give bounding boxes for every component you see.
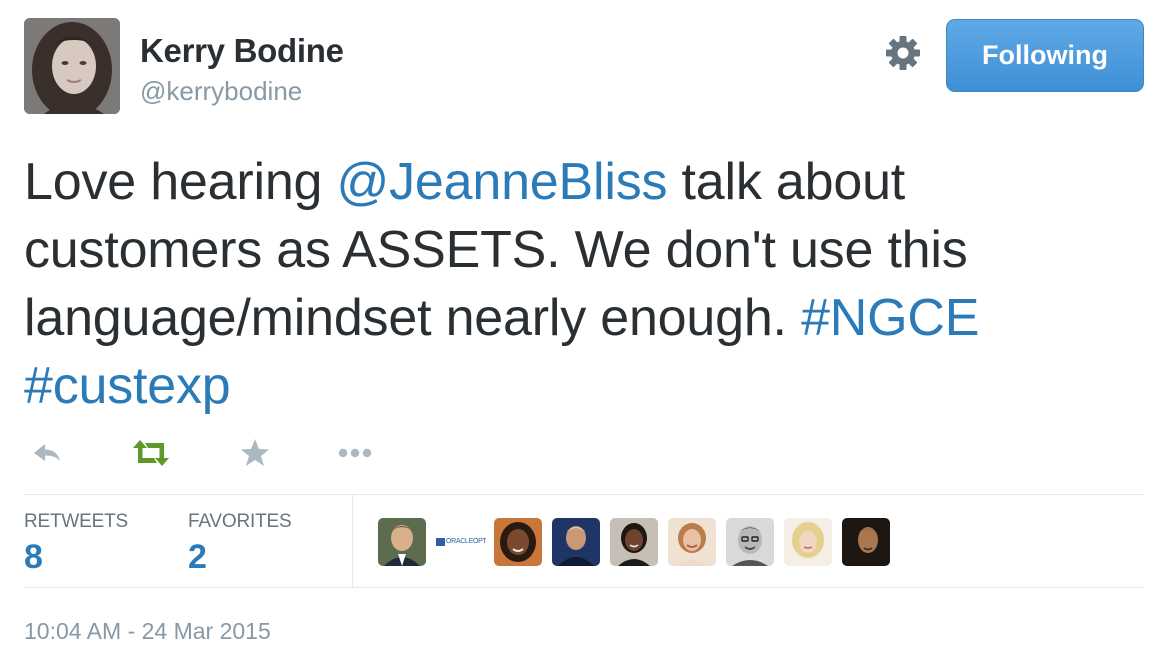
profile-handle[interactable]: @kerrybodine xyxy=(140,76,302,107)
retweets-count[interactable]: 8 xyxy=(24,538,43,577)
engager-avatar[interactable] xyxy=(610,518,658,566)
mention-link[interactable]: @JeanneBliss xyxy=(337,153,668,211)
favorites-count[interactable]: 2 xyxy=(188,538,207,577)
retweets-label[interactable]: RETWEETS xyxy=(24,511,128,533)
following-button[interactable]: Following xyxy=(946,19,1144,92)
more-icon[interactable] xyxy=(336,436,376,475)
engager-avatar[interactable] xyxy=(726,518,774,566)
engager-avatar[interactable] xyxy=(668,518,716,566)
tweet-timestamp[interactable]: 10:04 AM - 24 Mar 2015 xyxy=(24,618,271,645)
tweet-text: Love hearing @JeanneBliss talk about cus… xyxy=(24,148,1124,420)
retweet-icon[interactable] xyxy=(130,436,172,475)
stats-bottom-divider xyxy=(24,587,1144,588)
engager-avatar[interactable] xyxy=(378,518,426,566)
engager-avatar[interactable] xyxy=(494,518,542,566)
stats-top-divider xyxy=(24,494,1144,495)
profile-avatar[interactable] xyxy=(24,18,120,114)
engager-avatar[interactable] xyxy=(552,518,600,566)
engager-avatar[interactable] xyxy=(842,518,890,566)
profile-name[interactable]: Kerry Bodine xyxy=(140,32,344,70)
reply-icon[interactable] xyxy=(30,436,64,475)
engager-avatar[interactable] xyxy=(784,518,832,566)
hashtag-link[interactable]: #custexp xyxy=(24,357,231,415)
tweet-text-segment: Love hearing xyxy=(24,153,337,211)
favorites-label[interactable]: FAVORITES xyxy=(188,511,292,533)
star-icon[interactable] xyxy=(238,436,272,475)
stats-divider xyxy=(352,495,353,587)
engager-logo-text: ORACLEOPTION xyxy=(446,538,486,545)
gear-icon[interactable] xyxy=(884,34,922,72)
hashtag-link[interactable]: #NGCE xyxy=(801,289,979,347)
engager-logo-avatar[interactable]: ORACLEOPTION xyxy=(436,518,486,566)
